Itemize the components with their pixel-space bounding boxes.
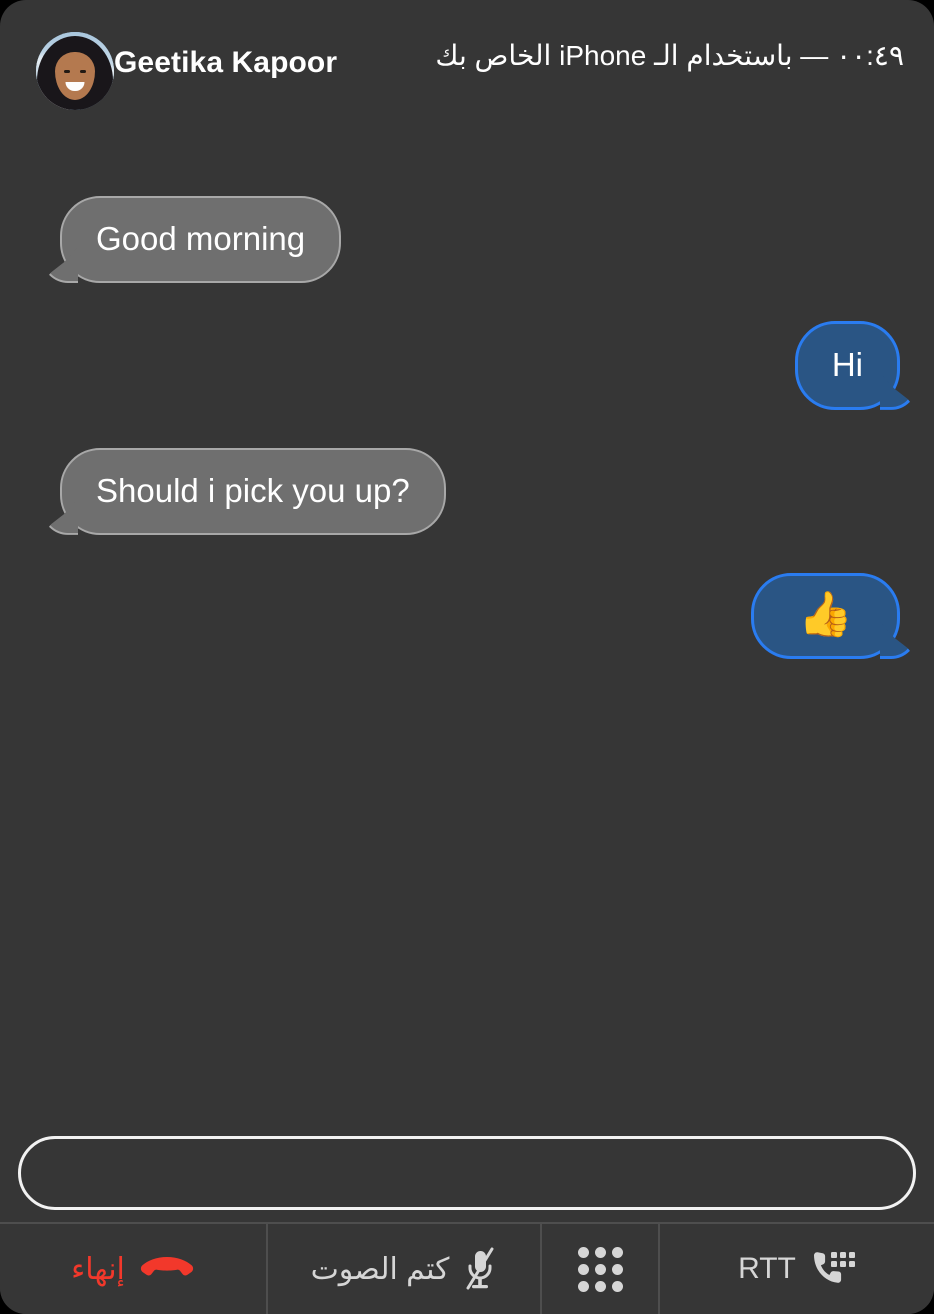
phone-down-icon — [139, 1254, 195, 1284]
microphone-slash-icon — [463, 1247, 497, 1291]
message-row: Should i pick you up? — [34, 447, 926, 535]
avatar-eye — [80, 70, 86, 73]
end-call-button[interactable]: إنهاء — [0, 1224, 268, 1314]
rtt-call-window: Geetika Kapoor ٠٠:٤٩ — باستخدام الـ iPho… — [0, 0, 934, 1314]
message-bubble-outgoing: Hi — [794, 320, 900, 410]
keypad-button[interactable] — [542, 1224, 660, 1314]
message-bubble-outgoing-emoji: 👍 — [751, 572, 900, 659]
call-header: Geetika Kapoor ٠٠:٤٩ — باستخدام الـ iPho… — [0, 0, 934, 150]
call-status-text: ٠٠:٤٩ — باستخدام الـ iPhone الخاص بك — [435, 40, 904, 71]
end-call-button-label: إنهاء — [71, 1252, 125, 1286]
rtt-text-input[interactable] — [18, 1136, 916, 1210]
message-row: 👍 — [34, 572, 918, 659]
keypad-grid-icon — [577, 1246, 623, 1292]
avatar-eye — [64, 70, 70, 73]
caller-name: Geetika Kapoor — [114, 46, 338, 79]
mute-button[interactable]: كتم الصوت — [268, 1224, 542, 1314]
call-toolbar: RTT كتم الصوت إنهاء — [0, 1222, 934, 1314]
rtt-input-area — [0, 1136, 934, 1222]
rtt-transcript[interactable]: Good morning Hi Should i pick you up? 👍 — [0, 150, 934, 1136]
mute-button-label: كتم الصوت — [310, 1252, 450, 1286]
phone-keyboard-icon — [810, 1250, 856, 1288]
message-bubble-incoming: Should i pick you up? — [60, 447, 446, 535]
rtt-button[interactable]: RTT — [660, 1224, 934, 1314]
rtt-button-label: RTT — [738, 1252, 796, 1285]
message-bubble-incoming: Good morning — [60, 196, 342, 283]
avatar — [36, 32, 114, 110]
message-row: Hi — [34, 320, 918, 410]
message-row: Good morning — [34, 196, 926, 283]
